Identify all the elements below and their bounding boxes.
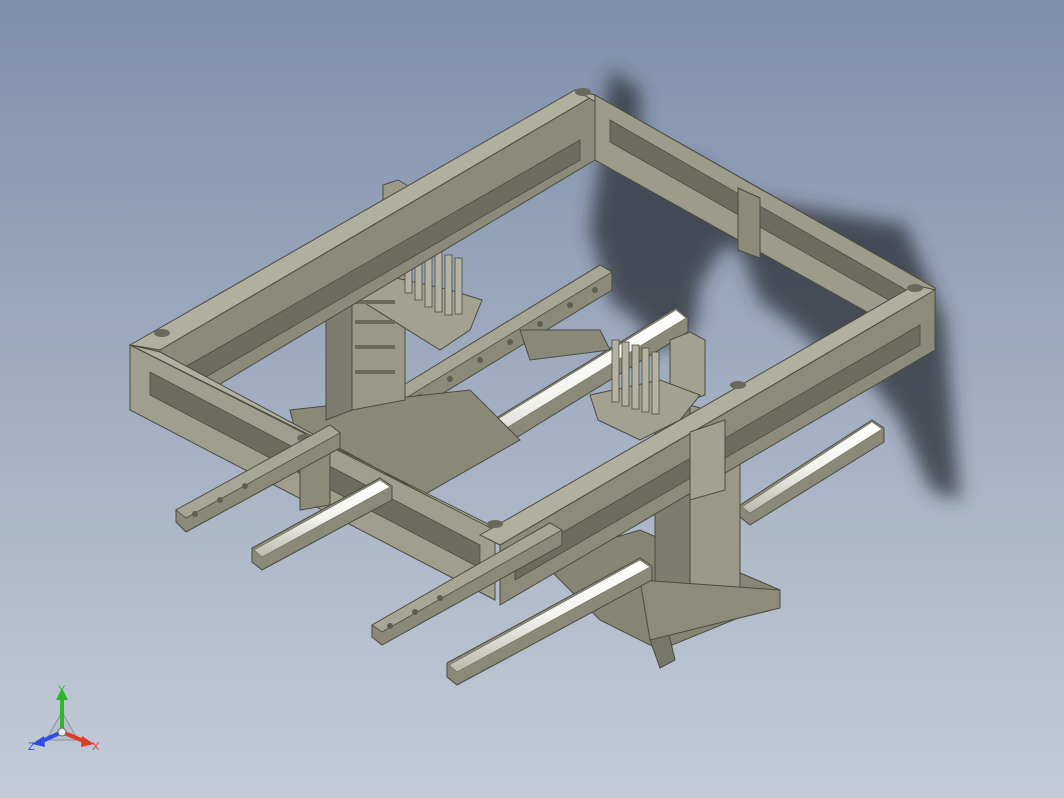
x-axis-label: X: [92, 741, 100, 753]
z-axis-label: Z: [28, 741, 35, 753]
3d-viewport[interactable]: Y X Z: [0, 0, 1064, 798]
view-orientation-triad[interactable]: Y X Z: [22, 682, 106, 756]
cad-model-view[interactable]: [0, 0, 1064, 798]
y-axis-label: Y: [58, 684, 66, 696]
front-rail-assembly: [175, 419, 885, 686]
triad-graphic: Y X Z: [28, 684, 100, 753]
